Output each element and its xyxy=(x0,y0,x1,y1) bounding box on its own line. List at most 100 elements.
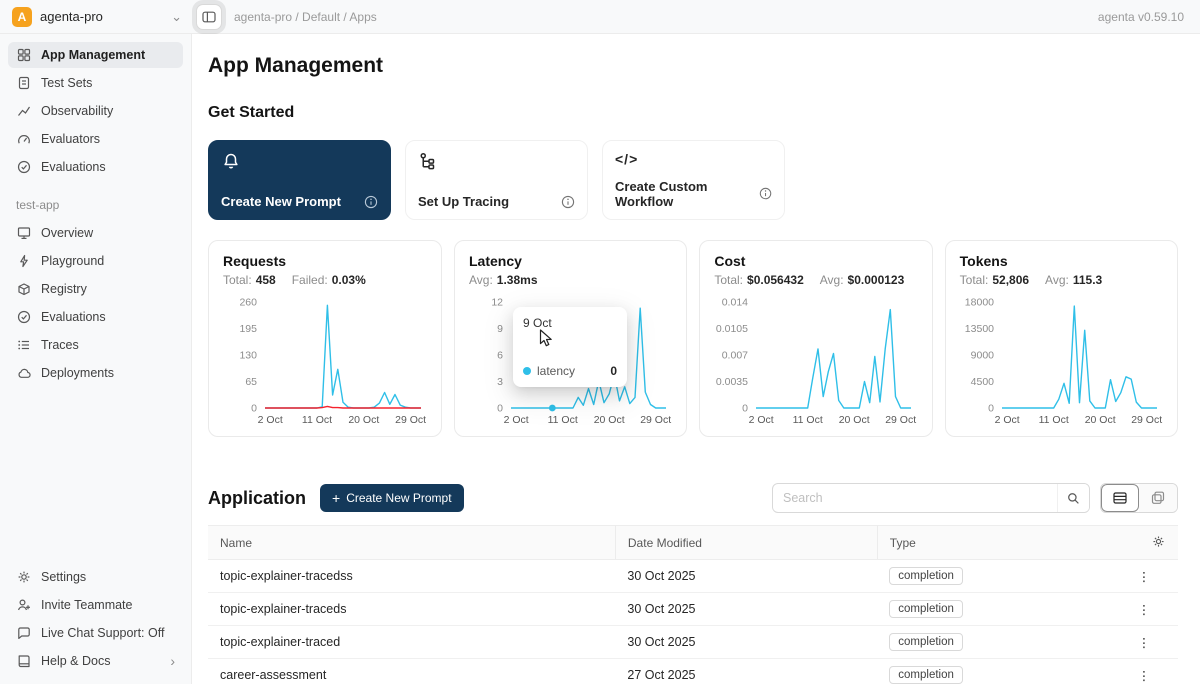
tokens-chart-svg: 04500900013500180002 Oct11 Oct20 Oct29 O… xyxy=(960,296,1163,428)
column-header-name: Name xyxy=(208,526,615,560)
app-name: topic-explainer-tracedss xyxy=(208,560,615,593)
get-started-cards: Create New Prompt Set Up Tracing </> Cre… xyxy=(208,140,1178,220)
info-icon[interactable] xyxy=(364,195,378,209)
svg-text:195: 195 xyxy=(239,323,257,335)
svg-text:0: 0 xyxy=(251,403,257,415)
bolt-icon xyxy=(16,253,32,269)
sidebar-item-evaluators[interactable]: Evaluators xyxy=(8,126,183,152)
requests-chart-svg: 0651301952602 Oct11 Oct20 Oct29 Oct xyxy=(223,296,427,428)
tokens-chart[interactable]: 04500900013500180002 Oct11 Oct20 Oct29 O… xyxy=(960,296,1163,428)
document-icon xyxy=(16,75,32,91)
sidebar-item-traces[interactable]: Traces xyxy=(8,332,183,358)
row-menu-button[interactable]: ⋮ xyxy=(1110,626,1178,659)
workspace-selector[interactable]: A agenta-pro ⌄ xyxy=(0,7,192,27)
card-view-button[interactable] xyxy=(1139,484,1177,512)
sidebar-item-deployments[interactable]: Deployments xyxy=(8,360,183,386)
info-icon[interactable] xyxy=(759,187,772,201)
requests-chart[interactable]: 0651301952602 Oct11 Oct20 Oct29 Oct xyxy=(223,296,427,428)
sidebar-item-label: Evaluations xyxy=(41,160,106,174)
search-button[interactable] xyxy=(1057,484,1089,512)
sidebar-item-label: Settings xyxy=(41,570,86,584)
table-row[interactable]: topic-explainer-traced 30 Oct 2025 compl… xyxy=(208,626,1178,659)
metric-stat: Failed:0.03% xyxy=(292,273,366,288)
type-badge: completion xyxy=(889,600,963,618)
metric-stat: Total:$0.056432 xyxy=(714,273,803,288)
svg-text:9000: 9000 xyxy=(970,350,994,362)
svg-text:130: 130 xyxy=(239,350,257,362)
svg-text:29 Oct: 29 Oct xyxy=(886,414,917,426)
sidebar-item-app-management[interactable]: App Management xyxy=(8,42,183,68)
sidebar-item-settings[interactable]: Settings xyxy=(8,564,183,590)
check-circle-icon xyxy=(16,159,32,175)
sidebar-item-label: Evaluations xyxy=(41,310,106,324)
info-icon[interactable] xyxy=(561,195,575,209)
sidebar-item-app-evaluations[interactable]: Evaluations xyxy=(8,304,183,330)
cost-chart[interactable]: 00.00350.0070.01050.0142 Oct11 Oct20 Oct… xyxy=(714,296,917,428)
series-dot xyxy=(523,367,531,375)
monitor-icon xyxy=(16,225,32,241)
column-header-type: Type xyxy=(877,526,1110,560)
table-row[interactable]: topic-explainer-traceds 30 Oct 2025 comp… xyxy=(208,593,1178,626)
sidebar-item-label: Playground xyxy=(41,254,104,268)
metric-stat: Total:52,806 xyxy=(960,273,1029,288)
card-label: Create Custom Workflow xyxy=(615,179,759,209)
create-new-prompt-card[interactable]: Create New Prompt xyxy=(208,140,391,220)
page-title: App Management xyxy=(208,54,1178,78)
create-custom-workflow-card[interactable]: </> Create Custom Workflow xyxy=(602,140,785,220)
sidebar-item-invite-teammate[interactable]: Invite Teammate xyxy=(8,592,183,618)
metric-stat: Avg:$0.000123 xyxy=(820,273,905,288)
search-icon xyxy=(1066,491,1081,506)
sidebar-item-live-chat[interactable]: Live Chat Support: Off xyxy=(8,620,183,646)
app-date-modified: 30 Oct 2025 xyxy=(615,560,877,593)
cloud-icon xyxy=(16,365,32,381)
svg-text:20 Oct: 20 Oct xyxy=(594,414,625,426)
tooltip-series-label: latency xyxy=(537,364,575,378)
sidebar-item-label: Help & Docs xyxy=(41,654,110,668)
sidebar-item-label: Overview xyxy=(41,226,93,240)
cost-chart-svg: 00.00350.0070.01050.0142 Oct11 Oct20 Oct… xyxy=(714,296,917,428)
breadcrumb[interactable]: agenta-pro / Default / Apps xyxy=(234,10,377,24)
row-menu-button[interactable]: ⋮ xyxy=(1110,593,1178,626)
sidebar-item-registry[interactable]: Registry xyxy=(8,276,183,302)
sidebar-item-playground[interactable]: Playground xyxy=(8,248,183,274)
check-circle-icon xyxy=(16,309,32,325)
svg-text:3: 3 xyxy=(497,376,503,388)
sidebar-item-evaluations[interactable]: Evaluations xyxy=(8,154,183,180)
sidebar-item-label: Invite Teammate xyxy=(41,598,132,612)
chart-tooltip: 9 Oct latency 0 xyxy=(513,307,627,387)
column-header-date-modified: Date Modified xyxy=(615,526,877,560)
sidebar-item-label: Deployments xyxy=(41,366,114,380)
row-menu-button[interactable]: ⋮ xyxy=(1110,560,1178,593)
svg-text:29 Oct: 29 Oct xyxy=(395,414,426,426)
metric-title: Tokens xyxy=(960,253,1163,269)
metrics-row: Requests Total:458 Failed:0.03% 06513019… xyxy=(208,240,1178,437)
sidebar-toggle-button[interactable] xyxy=(196,4,222,30)
app-version: agenta v0.59.10 xyxy=(1098,10,1184,24)
sidebar-item-help-docs[interactable]: Help & Docs › xyxy=(8,648,183,674)
prompt-bell-icon xyxy=(221,151,241,171)
type-badge: completion xyxy=(889,633,963,651)
search-input[interactable] xyxy=(773,491,1057,505)
sidebar-item-label: Registry xyxy=(41,282,87,296)
svg-text:260: 260 xyxy=(239,297,257,309)
metric-title: Latency xyxy=(469,253,672,269)
svg-text:2 Oct: 2 Oct xyxy=(504,414,529,426)
cost-metric-card: Cost Total:$0.056432 Avg:$0.000123 00.00… xyxy=(699,240,932,437)
table-view-button[interactable] xyxy=(1101,484,1139,512)
tokens-metric-card: Tokens Total:52,806 Avg:115.3 0450090001… xyxy=(945,240,1178,437)
svg-text:2 Oct: 2 Oct xyxy=(994,414,1019,426)
get-started-heading: Get Started xyxy=(208,104,1178,122)
svg-text:4500: 4500 xyxy=(970,376,994,388)
app-name: topic-explainer-traced xyxy=(208,626,615,659)
set-up-tracing-card[interactable]: Set Up Tracing xyxy=(405,140,588,220)
table-row[interactable]: career-assessment 27 Oct 2025 completion… xyxy=(208,659,1178,684)
sidebar-item-observability[interactable]: Observability xyxy=(8,98,183,124)
sidebar-item-overview[interactable]: Overview xyxy=(8,220,183,246)
type-badge: completion xyxy=(889,666,963,684)
row-menu-button[interactable]: ⋮ xyxy=(1110,659,1178,684)
table-settings-icon[interactable] xyxy=(1151,534,1166,549)
create-new-prompt-button[interactable]: + Create New Prompt xyxy=(320,484,464,512)
sidebar-item-test-sets[interactable]: Test Sets xyxy=(8,70,183,96)
chevron-right-icon: › xyxy=(170,653,175,669)
table-row[interactable]: topic-explainer-tracedss 30 Oct 2025 com… xyxy=(208,560,1178,593)
